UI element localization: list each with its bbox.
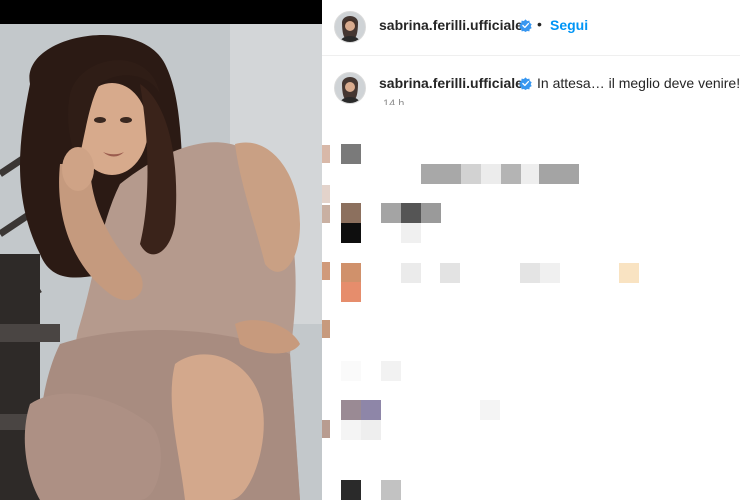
caption-text: In attesa… il meglio deve venire!	[537, 75, 740, 91]
post-time[interactable]: 14 h	[383, 99, 404, 105]
header-username[interactable]: sabrina.ferilli.ufficiale	[379, 17, 523, 33]
pixel-block	[322, 145, 330, 163]
post-photo[interactable]	[0, 24, 322, 500]
portrait-photo	[0, 24, 322, 500]
pixel-block	[361, 420, 381, 440]
pixel-block	[501, 164, 521, 184]
pixel-block	[341, 400, 361, 420]
pixel-block	[401, 203, 421, 223]
pixel-block	[619, 263, 639, 283]
pixel-block	[322, 420, 330, 438]
pixel-block	[361, 400, 381, 420]
verified-badge-icon	[519, 19, 532, 32]
pixel-block	[322, 205, 330, 223]
pixel-block	[421, 164, 461, 184]
pixel-block	[540, 263, 560, 283]
pixel-block	[341, 144, 361, 164]
caption-username[interactable]: sabrina.ferilli.ufficiale	[379, 75, 523, 91]
pixel-block	[322, 320, 330, 338]
pixel-block	[381, 203, 401, 223]
pixel-block	[520, 263, 540, 283]
pixel-block	[481, 164, 501, 184]
pixel-block	[480, 400, 500, 420]
header-separator: •	[537, 16, 542, 32]
pixel-block	[341, 263, 361, 283]
avatar[interactable]	[334, 11, 366, 43]
pixel-block	[322, 185, 330, 203]
pixel-block	[341, 203, 361, 223]
pixel-block	[341, 480, 361, 500]
verified-badge-icon	[519, 77, 532, 90]
pixel-block	[440, 263, 460, 283]
post-header: sabrina.ferilli.ufficiale • Segui	[322, 0, 740, 56]
pixel-block	[421, 203, 441, 223]
pixel-block	[401, 263, 421, 283]
pixel-block	[461, 164, 481, 184]
avatar-image	[335, 73, 365, 103]
pixel-block	[401, 223, 421, 243]
pixel-block	[381, 361, 401, 381]
pixel-block	[521, 164, 541, 184]
pixel-block	[341, 420, 361, 440]
follow-button[interactable]: Segui	[550, 17, 588, 33]
pixel-block	[539, 164, 579, 184]
avatar-image	[335, 12, 365, 42]
pixel-block	[341, 361, 361, 381]
pixel-block	[322, 262, 330, 280]
caption-avatar[interactable]	[334, 72, 366, 104]
pixel-block	[341, 282, 361, 302]
pixel-block	[381, 480, 401, 500]
pixel-block	[341, 223, 361, 243]
post-side-panel: sabrina.ferilli.ufficiale • Segui sabrin…	[322, 0, 740, 500]
